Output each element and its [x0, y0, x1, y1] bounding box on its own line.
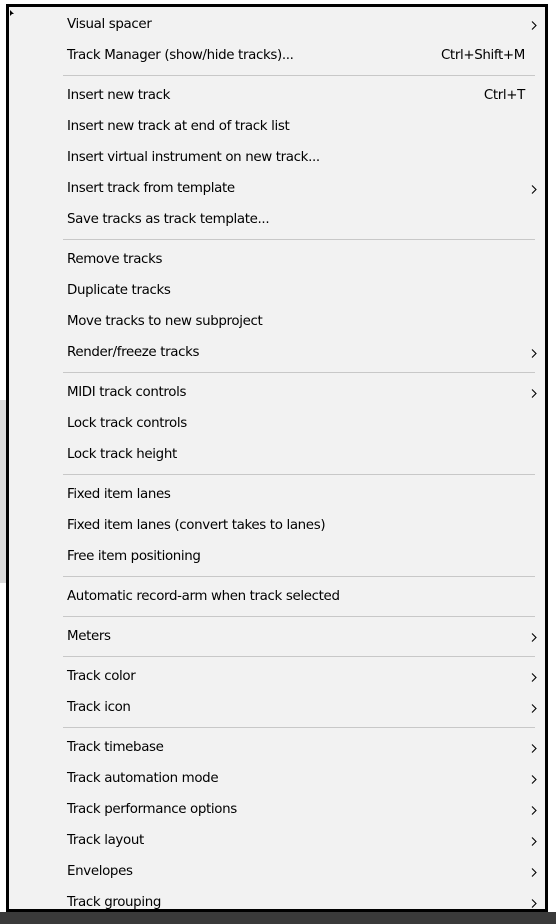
menu-item-track-grouping[interactable]: Track grouping — [16, 887, 541, 918]
menu-separator — [16, 235, 541, 244]
menu-item-lock-track-height[interactable]: Lock track height — [16, 439, 541, 470]
menu-item-remove-tracks[interactable]: Remove tracks — [16, 244, 541, 275]
menu-item-fixed-item-lanes[interactable]: Fixed item lanes — [16, 479, 541, 510]
menu-item-label: Track grouping — [67, 895, 161, 910]
menu-item-label: MIDI track controls — [67, 385, 187, 400]
menu-item-insert-track-from-template[interactable]: Insert track from template — [16, 173, 541, 204]
menu-item-label: Insert track from template — [67, 181, 235, 196]
menu-item-shortcut: Ctrl+T — [483, 88, 525, 103]
menu-item-label: Insert virtual instrument on new track..… — [67, 150, 320, 165]
menu-item-label: Track color — [67, 669, 136, 684]
menu-item-label: Save tracks as track template... — [67, 212, 270, 227]
menu-item-automatic-record-arm-when-track-selected[interactable]: Automatic record-arm when track selected — [16, 581, 541, 612]
menu-item-label: Track performance options — [67, 802, 237, 817]
chevron-right-icon — [529, 183, 539, 195]
menu-separator — [16, 368, 541, 377]
chevron-right-icon — [529, 387, 539, 399]
menu-item-lock-track-controls[interactable]: Lock track controls — [16, 408, 541, 439]
menu-item-label: Visual spacer — [67, 17, 152, 32]
menu-item-track-layout[interactable]: Track layout — [16, 825, 541, 856]
menu-item-insert-virtual-instrument-on-new-track[interactable]: Insert virtual instrument on new track..… — [16, 142, 541, 173]
menu-item-insert-new-track[interactable]: Insert new track Ctrl+T — [16, 80, 541, 111]
menu-separator — [16, 652, 541, 661]
menu-item-label: Lock track controls — [67, 416, 187, 431]
menu-item-fixed-item-lanes-convert-takes-to-lanes[interactable]: Fixed item lanes (convert takes to lanes… — [16, 510, 541, 541]
menu-separator — [16, 723, 541, 732]
track-context-menu: Visual spacer Track Manager (show/hide tr… — [6, 4, 548, 912]
menu-item-label: Track icon — [67, 700, 131, 715]
menu-separator — [16, 572, 541, 581]
chevron-right-icon — [529, 702, 539, 714]
menu-item-label: Remove tracks — [67, 252, 163, 267]
menu-item-save-tracks-as-track-template[interactable]: Save tracks as track template... — [16, 204, 541, 235]
chevron-right-icon — [529, 19, 539, 31]
chevron-right-icon — [529, 773, 539, 785]
menu-item-label: Insert new track at end of track list — [67, 119, 290, 134]
menu-item-track-timebase[interactable]: Track timebase — [16, 732, 541, 763]
menu-item-label: Track Manager (show/hide tracks)... — [67, 48, 294, 63]
chevron-right-icon — [529, 835, 539, 847]
menu-item-label: Duplicate tracks — [67, 283, 171, 298]
menu-item-label: Fixed item lanes — [67, 487, 171, 502]
menu-item-track-automation-mode[interactable]: Track automation mode — [16, 763, 541, 794]
menu-separator — [16, 612, 541, 621]
menu-items-container: Visual spacer Track Manager (show/hide tr… — [16, 9, 541, 910]
menu-item-label: Track timebase — [67, 740, 164, 755]
menu-item-shortcut: Ctrl+Shift+M — [440, 48, 525, 63]
menu-item-label: Track automation mode — [67, 771, 219, 786]
menu-item-duplicate-tracks[interactable]: Duplicate tracks — [16, 275, 541, 306]
menu-item-label: Automatic record-arm when track selected — [67, 589, 340, 604]
menu-item-label: Fixed item lanes (convert takes to lanes… — [67, 518, 326, 533]
menu-item-label: Render/freeze tracks — [67, 345, 200, 360]
menu-item-midi-track-controls[interactable]: MIDI track controls — [16, 377, 541, 408]
menu-item-visual-spacer[interactable]: Visual spacer — [16, 9, 541, 40]
chevron-right-icon — [529, 866, 539, 878]
menu-item-track-manager-show-hide-tracks[interactable]: Track Manager (show/hide tracks)... Ctrl+… — [16, 40, 541, 71]
chevron-right-icon — [529, 631, 539, 643]
menu-separator — [16, 470, 541, 479]
menu-item-track-color[interactable]: Track color — [16, 661, 541, 692]
menu-item-move-tracks-to-new-subproject[interactable]: Move tracks to new subproject — [16, 306, 541, 337]
menu-item-render-freeze-tracks[interactable]: Render/freeze tracks — [16, 337, 541, 368]
menu-item-label: Track layout — [67, 833, 144, 848]
chevron-right-icon — [529, 671, 539, 683]
menu-item-label: Insert new track — [67, 88, 171, 103]
menu-item-envelopes[interactable]: Envelopes — [16, 856, 541, 887]
menu-item-meters[interactable]: Meters — [16, 621, 541, 652]
menu-item-label: Lock track height — [67, 447, 177, 462]
menu-item-insert-new-track-at-end-of-track-list[interactable]: Insert new track at end of track list — [16, 111, 541, 142]
menu-item-track-performance-options[interactable]: Track performance options — [16, 794, 541, 825]
menu-item-label: Move tracks to new subproject — [67, 314, 263, 329]
menu-separator — [16, 71, 541, 80]
chevron-right-icon — [529, 804, 539, 816]
menu-item-label: Meters — [67, 629, 111, 644]
menu-item-track-icon[interactable]: Track icon — [16, 692, 541, 723]
menu-item-label: Free item positioning — [67, 549, 201, 564]
chevron-right-icon — [529, 347, 539, 359]
menu-item-label: Envelopes — [67, 864, 133, 879]
chevron-right-icon — [529, 742, 539, 754]
cursor-icon — [10, 10, 14, 16]
chevron-right-icon — [529, 897, 539, 909]
menu-item-free-item-positioning[interactable]: Free item positioning — [16, 541, 541, 572]
